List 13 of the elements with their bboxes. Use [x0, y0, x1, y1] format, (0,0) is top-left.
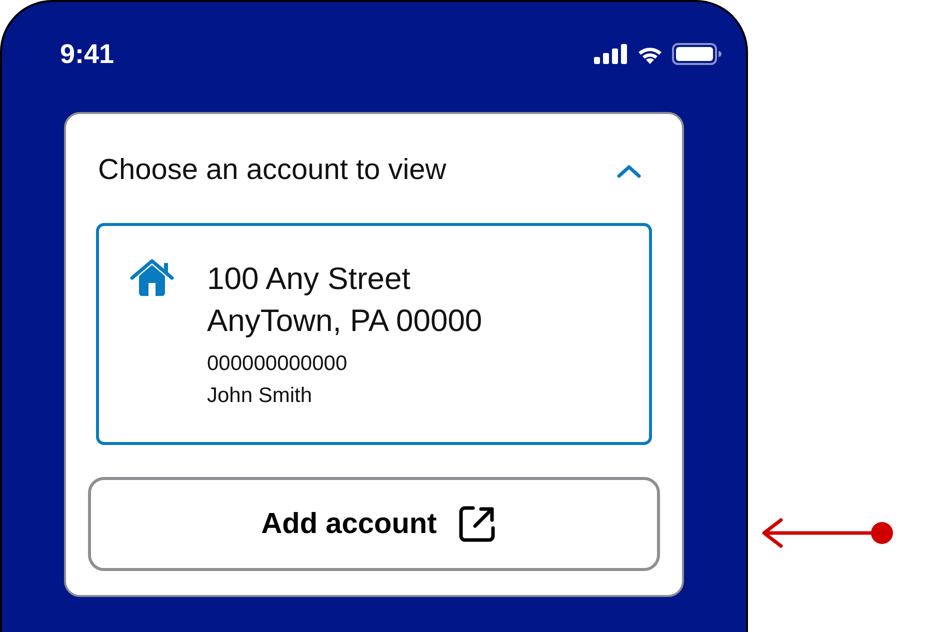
- picker-title: Choose an account to view: [98, 154, 446, 187]
- account-holder: John Smith: [207, 383, 314, 409]
- status-time: 9:41: [60, 38, 114, 70]
- signal-icon: [594, 44, 628, 64]
- battery-icon: [672, 43, 722, 65]
- chevron-icon[interactable]: [616, 162, 642, 178]
- address-line: AnyTown, PA 00000: [207, 302, 482, 340]
- external-link-icon: [456, 504, 497, 544]
- house-icon: [129, 258, 175, 298]
- account-option[interactable]: 100 Any Street AnyTown, PA 00000 000000000000 John Smith: [96, 223, 652, 445]
- add-account-button[interactable]: Add account: [88, 477, 660, 571]
- account-number: 000000000000: [207, 351, 348, 377]
- address-line: 100 Any Street: [207, 260, 412, 298]
